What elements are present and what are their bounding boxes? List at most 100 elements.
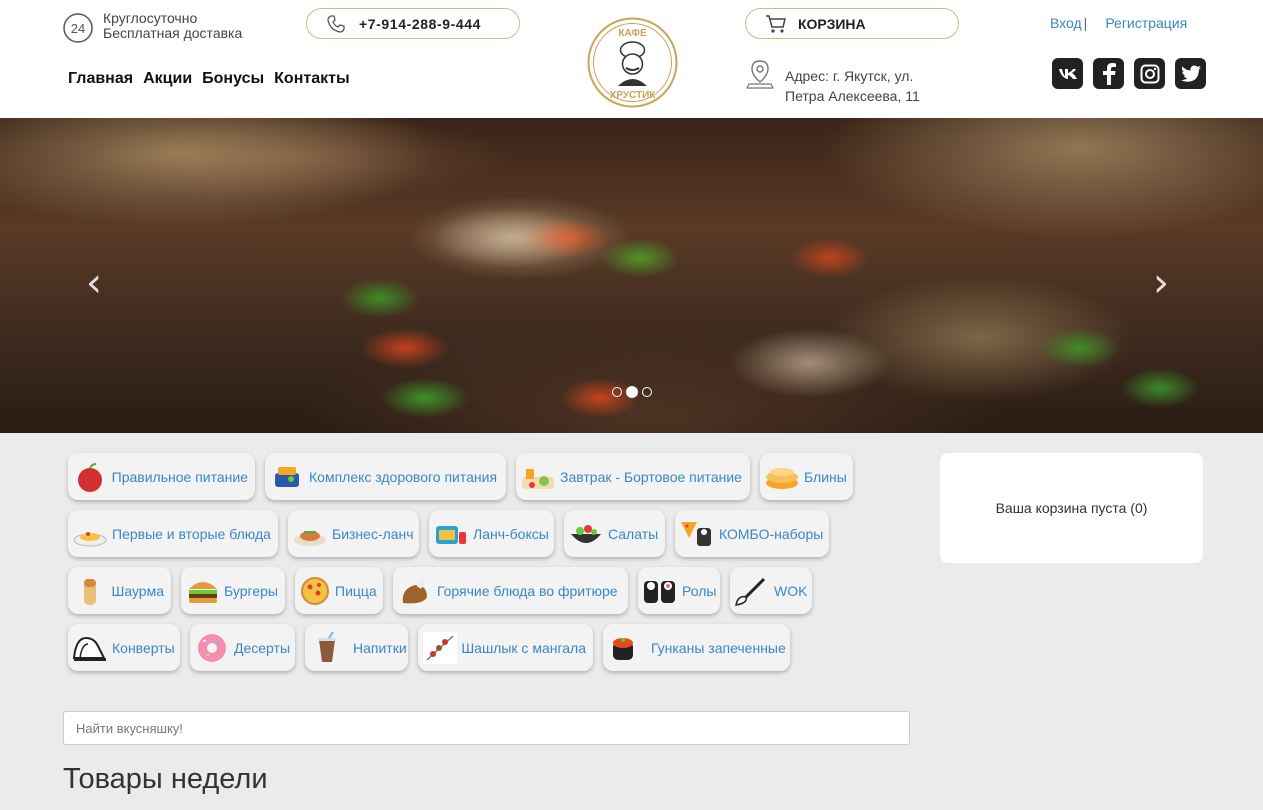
nav-bonuses[interactable]: Бонусы — [202, 70, 264, 88]
category-label: Шаурма — [111, 582, 165, 599]
carousel-dot-1[interactable] — [612, 387, 622, 397]
pepper-decoration — [1040, 328, 1120, 368]
search-input[interactable] — [63, 711, 910, 745]
pizza-crust-decoration — [0, 118, 440, 228]
category-business-lunch[interactable]: Бизнес-ланч — [288, 510, 419, 557]
pepper-decoration — [560, 378, 640, 418]
category-desserts[interactable]: Десерты — [190, 624, 295, 671]
hero-carousel[interactable]: ‹ › — [0, 118, 1263, 433]
category-healthy-complex[interactable]: Комплекс здорового питания — [265, 453, 506, 500]
carousel-indicators — [612, 386, 652, 398]
salad-bowl-icon — [568, 516, 604, 552]
instagram-icon[interactable] — [1134, 58, 1165, 89]
business-lunch-icon — [292, 516, 328, 552]
category-pizza[interactable]: Пицца — [295, 567, 383, 614]
pizza-icon — [299, 573, 331, 609]
sushi-roll-icon — [642, 573, 678, 609]
skewer-icon — [422, 630, 457, 666]
category-drinks[interactable]: Напитки — [305, 624, 408, 671]
category-shashlik[interactable]: Шашлык с мангала — [418, 624, 593, 671]
svg-text:КАФЕ: КАФЕ — [618, 28, 647, 39]
cart-button[interactable]: КОРЗИНА — [745, 8, 959, 39]
delivery-info: Круглосуточно Бесплатная доставка — [103, 11, 242, 41]
category-label: Завтрак - Бортовое питание — [560, 468, 742, 485]
register-link[interactable]: Регистрация — [1105, 15, 1187, 31]
donut-icon — [194, 630, 230, 666]
carousel-dot-3[interactable] — [642, 387, 652, 397]
category-row: Первые и вторые блюда Бизнес-ланч Ланч-б… — [68, 510, 923, 557]
category-label: Бургеры — [224, 582, 278, 599]
category-burgers[interactable]: Бургеры — [181, 567, 285, 614]
login-link[interactable]: Вход — [1050, 15, 1082, 31]
category-label: WOK — [774, 582, 808, 599]
vk-icon[interactable] — [1052, 58, 1083, 89]
site-header: 24 Круглосуточно Бесплатная доставка Гла… — [0, 0, 1263, 118]
svg-text:24: 24 — [71, 21, 85, 36]
category-envelopes[interactable]: Конверты — [68, 624, 180, 671]
category-combo[interactable]: КОМБО-наборы — [675, 510, 829, 557]
auth-links: Вход | Регистрация — [1050, 15, 1187, 31]
category-main-courses[interactable]: Первые и вторые блюда — [68, 510, 278, 557]
shopping-cart-icon — [766, 15, 786, 33]
category-label: Бизнес-ланч — [332, 525, 414, 542]
24-hours-icon: 24 — [63, 13, 93, 43]
svg-text:ХРУСТИК: ХРУСТИК — [610, 90, 657, 101]
delivery-line-1: Круглосуточно — [103, 10, 198, 26]
cart-label: КОРЗИНА — [798, 16, 866, 32]
cart-summary: Ваша корзина пуста (0) — [940, 453, 1203, 563]
category-label: Конверты — [112, 639, 175, 656]
category-gunkan[interactable]: Гунканы запеченные — [603, 624, 790, 671]
category-label: Десерты — [234, 639, 291, 656]
pancakes-icon — [764, 459, 800, 495]
cheese-decoration — [430, 208, 590, 268]
cafe-logo[interactable]: КАФЕ ХРУСТИК — [586, 16, 679, 109]
category-label: КОМБО-наборы — [719, 525, 824, 542]
carousel-dot-2[interactable] — [626, 386, 638, 398]
phone-button[interactable]: +7-914-288-9-444 — [306, 8, 520, 39]
carousel-prev-button[interactable]: ‹ — [86, 263, 102, 303]
twitter-icon[interactable] — [1175, 58, 1206, 89]
facebook-icon[interactable] — [1093, 58, 1124, 89]
category-label: Напитки — [353, 639, 407, 656]
address: Адрес: г. Якутск, ул. Петра Алексеева, 1… — [785, 66, 920, 106]
category-label: Пицца — [335, 582, 377, 599]
category-shawarma[interactable]: Шаурма — [68, 567, 171, 614]
category-pancakes[interactable]: Блины — [760, 453, 853, 500]
carousel-next-button[interactable]: › — [1153, 263, 1169, 303]
phone-number: +7-914-288-9-444 — [359, 16, 482, 32]
category-salads[interactable]: Салаты — [564, 510, 665, 557]
category-fried[interactable]: Горячие блюда во фритюре — [393, 567, 628, 614]
category-row: Правильное питание Комплекс здорового пи… — [68, 453, 923, 500]
pepper-decoration — [1120, 368, 1200, 408]
category-label: Правильное питание — [111, 468, 248, 485]
section-title: Товары недели — [63, 763, 268, 795]
category-label: Блины — [804, 468, 847, 485]
pepper-decoration — [790, 238, 870, 278]
pizza-crust-decoration — [820, 118, 1263, 238]
category-lunchboxes[interactable]: Ланч-боксы — [429, 510, 554, 557]
category-label: Шашлык с мангала — [461, 639, 586, 656]
gunkan-icon — [607, 630, 639, 666]
category-label: Комплекс здорового питания — [309, 468, 498, 485]
category-label: Ролы — [682, 582, 717, 599]
main-nav: Главная Акции Бонусы Контакты — [68, 70, 350, 88]
nav-home[interactable]: Главная — [68, 70, 133, 88]
pepper-decoration — [600, 238, 680, 278]
drink-cup-icon — [309, 630, 345, 666]
pepper-decoration — [340, 278, 420, 318]
envelope-pastry-icon — [72, 630, 108, 666]
nav-promotions[interactable]: Акции — [143, 70, 192, 88]
cart-empty-text: Ваша корзина пуста (0) — [995, 500, 1148, 516]
category-healthy-food[interactable]: Правильное питание — [68, 453, 255, 500]
category-rolls[interactable]: Ролы — [638, 567, 720, 614]
breakfast-tray-icon — [520, 459, 556, 495]
category-label: Салаты — [608, 525, 659, 542]
category-label: Ланч-боксы — [473, 525, 549, 542]
lunchbox-icon — [433, 516, 469, 552]
fried-chicken-icon — [397, 573, 433, 609]
category-breakfast[interactable]: Завтрак - Бортовое питание — [516, 453, 750, 500]
phone-icon — [327, 15, 345, 33]
category-wok[interactable]: WOK — [730, 567, 812, 614]
address-line-1: Адрес: г. Якутск, ул. — [785, 68, 914, 84]
nav-contacts[interactable]: Контакты — [274, 70, 349, 88]
